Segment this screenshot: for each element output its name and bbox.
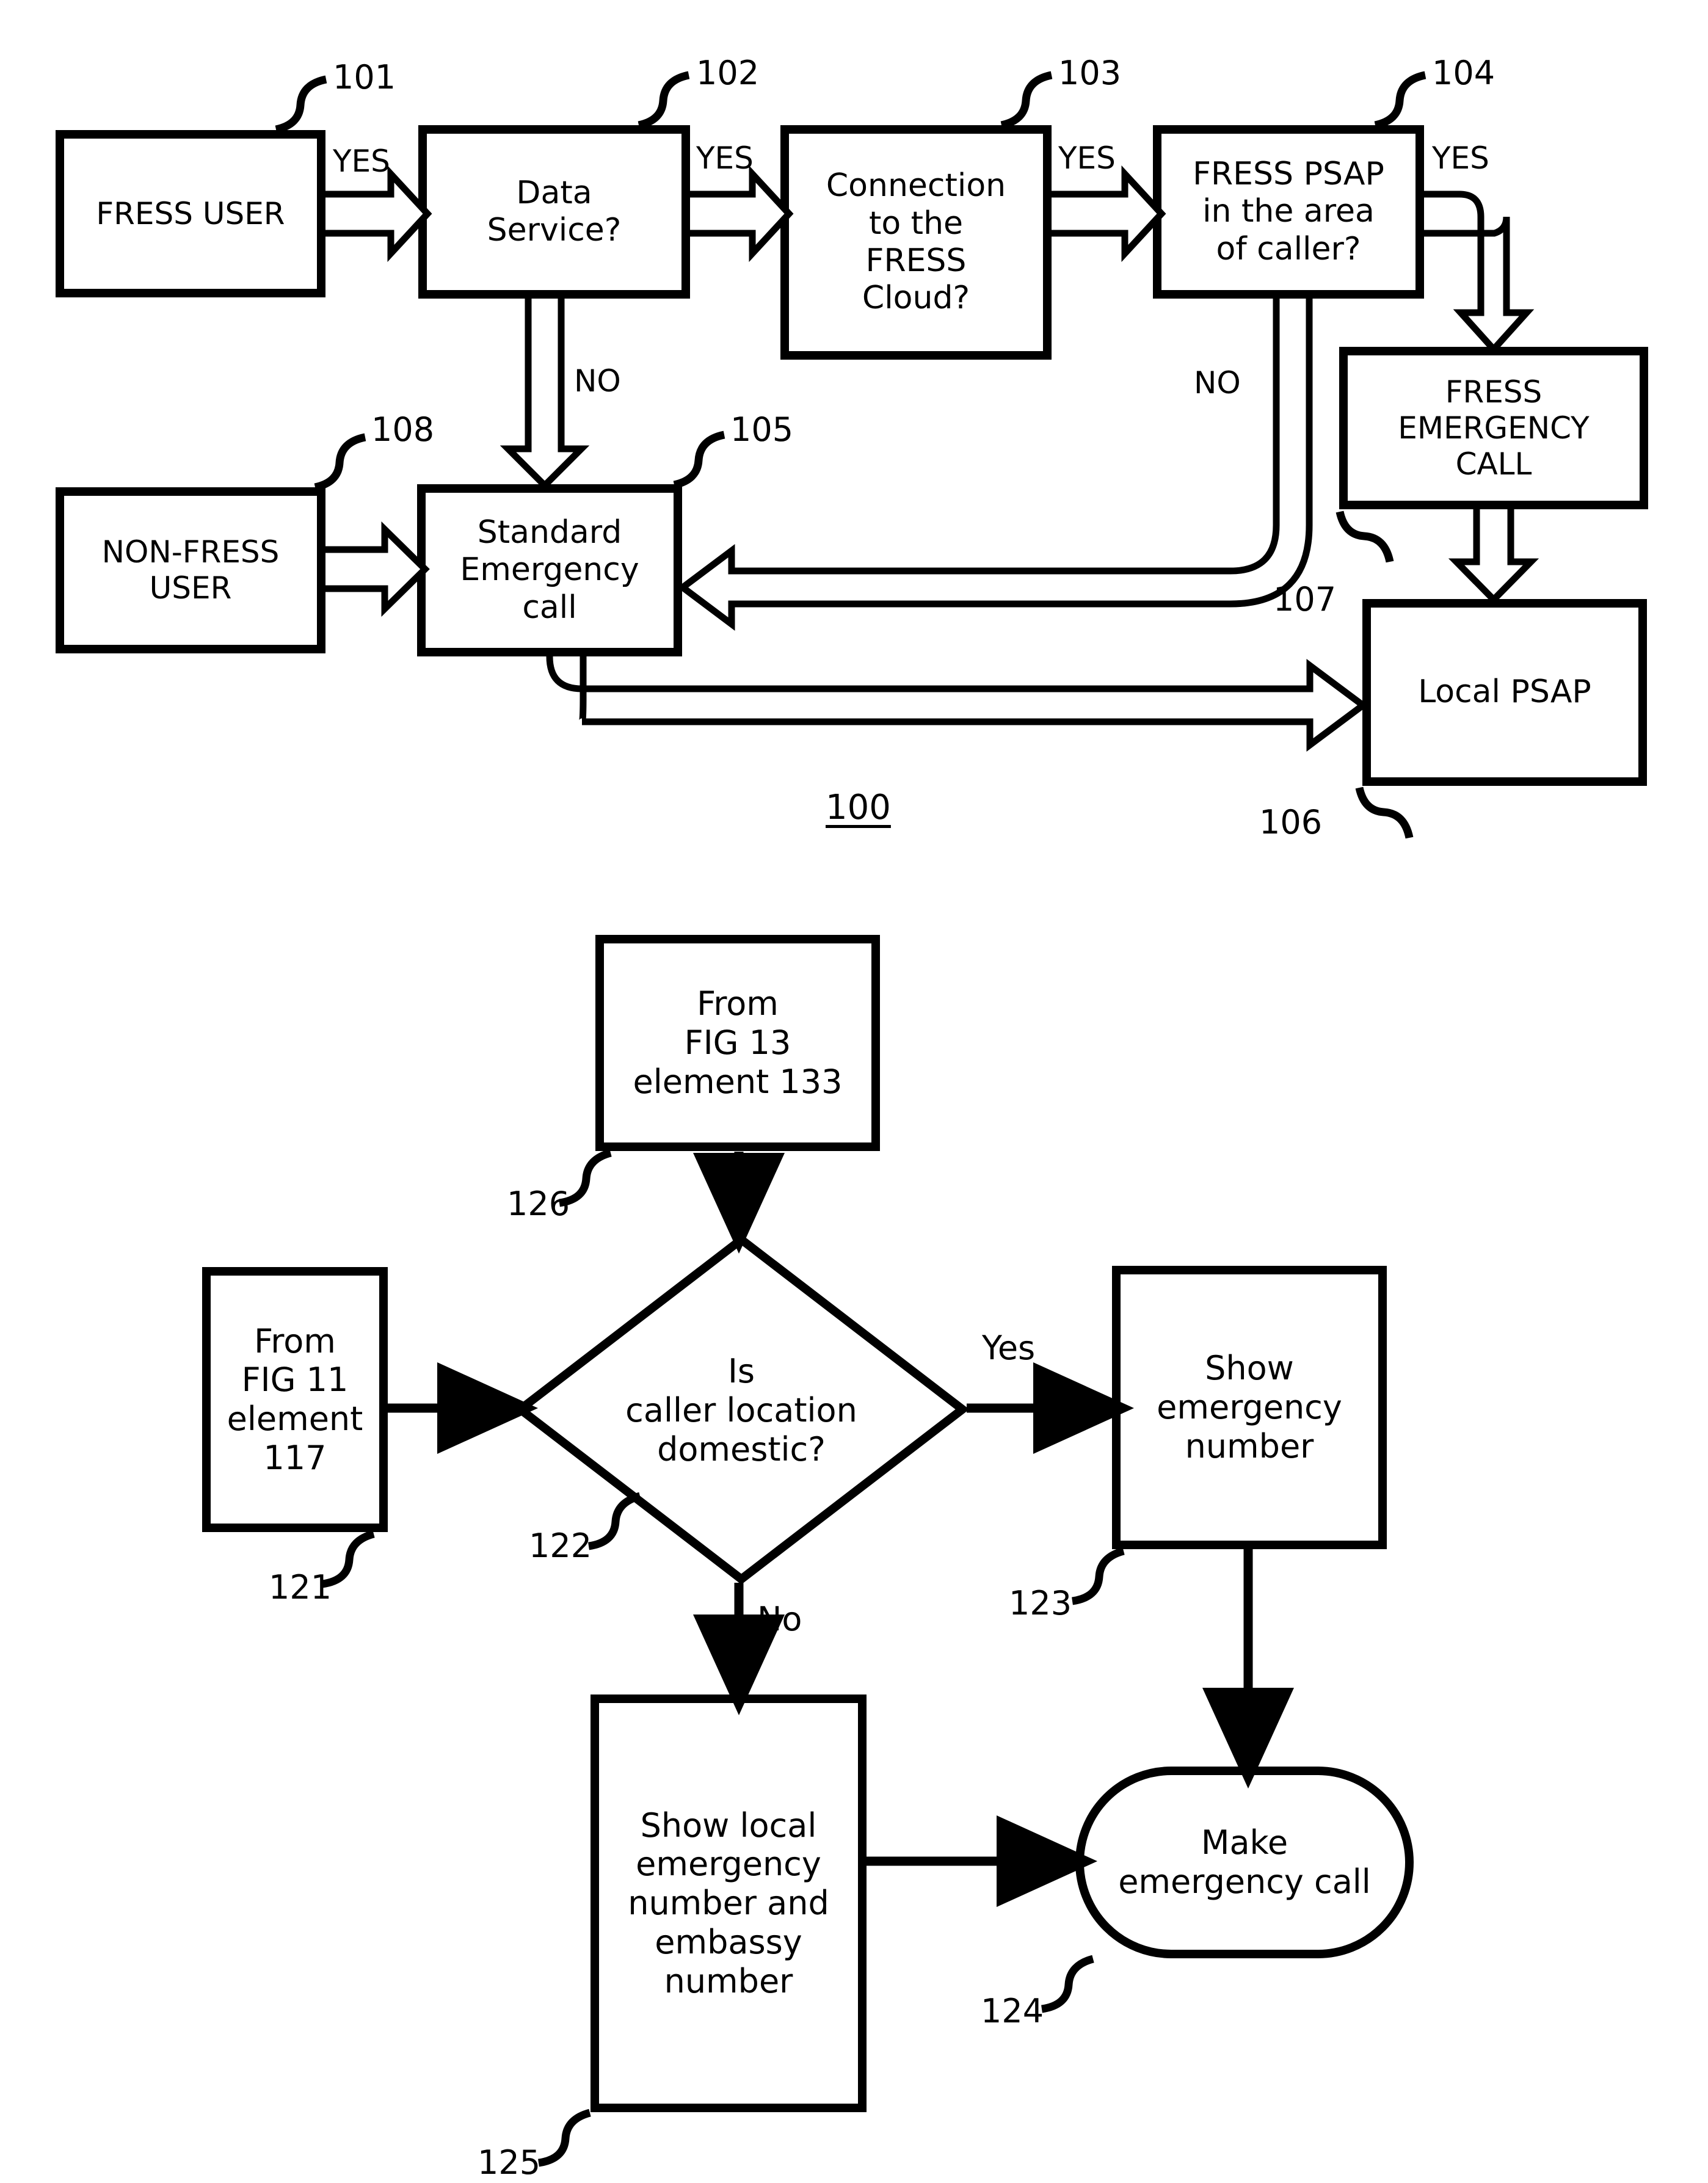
ref-number-107: 107 — [1273, 580, 1337, 619]
ref-number-106: 106 — [1259, 803, 1323, 841]
ref-number-125: 125 — [478, 2143, 541, 2182]
node-local-psap-shape — [1362, 599, 1647, 786]
node-fress-psap-area-shape — [1153, 125, 1424, 299]
ref-number-108: 108 — [371, 410, 435, 449]
ref-number-126: 126 — [507, 1185, 570, 1223]
node-data-service-shape — [418, 125, 690, 299]
edge-label-yes-domestic: Yes — [982, 1329, 1036, 1367]
leader-ref-106 — [1355, 786, 1414, 839]
node-standard-call-shape — [417, 484, 682, 656]
leader-ref-124 — [1041, 1955, 1094, 2013]
arrow-fress-emerg-to-local-psap — [1448, 509, 1539, 605]
ref-number-101: 101 — [333, 58, 396, 96]
figure-label-100: 100 — [826, 788, 891, 827]
leader-ref-103 — [1000, 71, 1053, 129]
edge-label-no-psap-area: NO — [1194, 365, 1241, 401]
arrow-non-fress-user-to-standard — [325, 521, 430, 617]
node-make-call-shape — [1075, 1767, 1414, 1958]
ref-number-105: 105 — [730, 410, 794, 449]
arrow-connection-to-fress-psap — [1052, 165, 1166, 263]
node-fress-emerg-call-shape — [1339, 347, 1648, 509]
edge-label-no-data-service: NO — [574, 363, 621, 399]
edge-label-yes-4: YES — [1432, 140, 1489, 176]
leader-ref-101 — [275, 75, 327, 134]
edge-label-no-domestic: No — [757, 1600, 802, 1638]
arrow-data-service-no-to-standard — [500, 299, 590, 490]
ref-number-103: 103 — [1058, 54, 1122, 92]
node-connection-cloud-shape — [780, 125, 1052, 360]
arrow-fress-user-to-data-service — [325, 165, 432, 263]
edge-label-yes-3: YES — [1058, 140, 1116, 176]
ref-number-123: 123 — [1009, 1584, 1072, 1622]
leader-ref-122 — [587, 1492, 641, 1550]
diagram-vector-layer — [56, 71, 1648, 2167]
node-non-fress-user-shape — [56, 487, 325, 653]
node-from-fig13-shape — [595, 935, 880, 1151]
arrow-standard-to-local-psap — [546, 656, 1369, 752]
leader-ref-107 — [1336, 510, 1394, 563]
leader-ref-105 — [673, 430, 725, 489]
ref-number-104: 104 — [1432, 54, 1495, 92]
node-show-emerg-shape — [1112, 1266, 1387, 1549]
ref-number-102: 102 — [696, 54, 760, 92]
ref-number-121: 121 — [269, 1568, 332, 1607]
leader-ref-108 — [314, 433, 366, 492]
node-show-local-shape — [591, 1694, 867, 2112]
patent-figure-sheet: FRESS USER Data Service? Connection to t… — [0, 0, 1708, 2183]
leader-ref-125 — [537, 2109, 591, 2167]
ref-number-122: 122 — [529, 1527, 592, 1565]
arrow-fress-psap-yes-to-fress-emerg — [1424, 191, 1535, 355]
edge-label-yes-2: YES — [696, 140, 754, 176]
edge-label-yes-1: YES — [333, 143, 390, 179]
leader-ref-104 — [1374, 71, 1426, 129]
node-fress-user-shape — [56, 130, 325, 297]
ref-number-124: 124 — [981, 1992, 1044, 2030]
leader-ref-102 — [638, 71, 690, 129]
node-from-fig11-shape — [202, 1267, 388, 1532]
arrow-data-service-to-connection — [690, 165, 794, 263]
leader-ref-123 — [1071, 1547, 1125, 1605]
